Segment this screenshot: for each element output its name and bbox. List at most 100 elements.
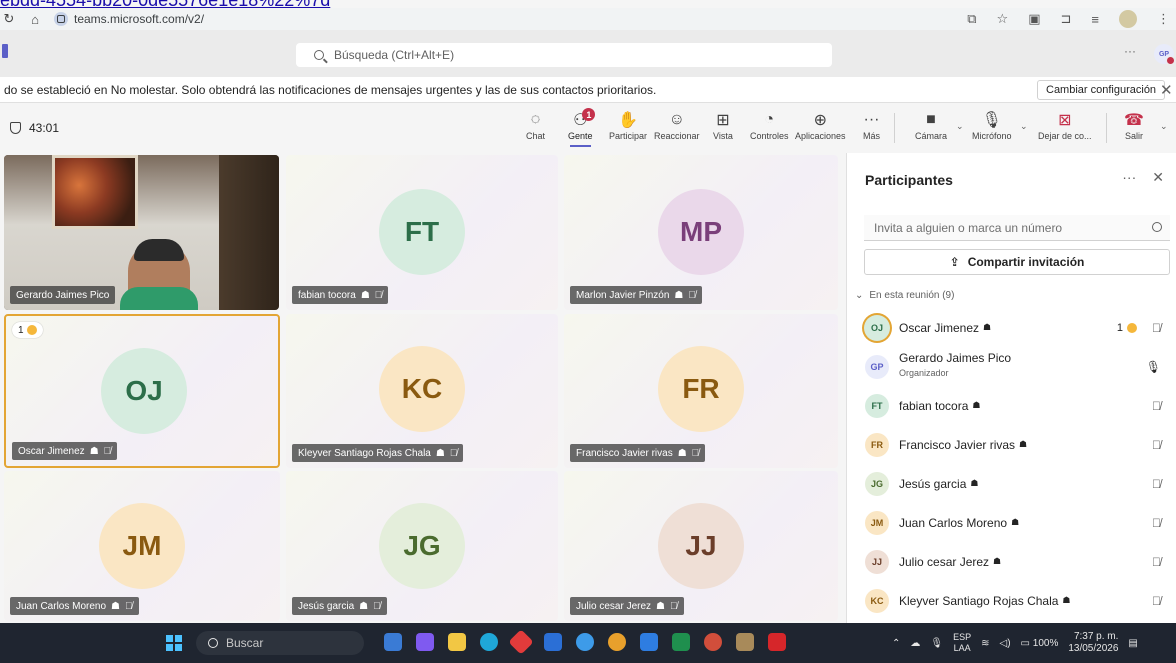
top-link[interactable]: ebdd-4554-bb20-0de5576e1e18%22%7d: [0, 0, 520, 8]
participant-tile[interactable]: JJ Julio cesar Jerez ☗ 🎙̸: [564, 471, 838, 621]
raised-hand-indicator: 1: [1117, 322, 1137, 334]
tile-name-tag: Jesús garcia ☗ 🎙̸: [292, 597, 387, 615]
raise-hand-button[interactable]: ✋ Participar: [609, 109, 647, 141]
windows-start-icon[interactable]: [166, 635, 182, 651]
video-tile-gerardo[interactable]: Gerardo Jaimes Pico: [4, 155, 279, 310]
user-avatar[interactable]: GP: [1154, 44, 1175, 65]
stop-sharing-button[interactable]: ⊠ Dejar de co...: [1038, 109, 1092, 141]
change-settings-button[interactable]: Cambiar configuración: [1037, 80, 1166, 100]
site-info-icon[interactable]: [54, 12, 68, 26]
bookmark-star-icon[interactable]: ☆: [997, 11, 1009, 27]
more-button[interactable]: ··· Más: [863, 109, 880, 141]
participant-row[interactable]: JG Jesús garcia ☗ 🎙̸: [847, 464, 1176, 503]
search-input[interactable]: Búsqueda (Ctrl+Alt+E): [296, 43, 832, 67]
panel-more-icon[interactable]: ···: [1122, 169, 1136, 186]
participant-tile[interactable]: 1 OJ Oscar Jimenez ☗ 🎙̸: [4, 314, 280, 468]
app-icon[interactable]: [736, 633, 754, 651]
participant-row[interactable]: FR Francisco Javier rivas ☗ 🎙̸: [847, 425, 1176, 464]
app-icon[interactable]: [576, 633, 594, 651]
notification-center-icon[interactable]: ▤: [1128, 638, 1137, 649]
participant-tile[interactable]: MP Marlon Javier Pinzón ☗ 🎙̸: [564, 155, 838, 310]
app-icon[interactable]: [640, 633, 658, 651]
home-icon[interactable]: ⌂: [28, 12, 42, 27]
close-icon[interactable]: ✕: [1160, 81, 1173, 99]
app-icon[interactable]: [672, 633, 690, 651]
participant-row[interactable]: GP Gerardo Jaimes Pico Organizador 🎙: [847, 347, 1176, 386]
cloud-icon[interactable]: ☁: [910, 638, 920, 649]
mic-off-icon: 🎙̸: [1152, 515, 1161, 530]
guest-icon: ☗: [1019, 439, 1028, 449]
leave-options-chevron-icon[interactable]: ⌄: [1160, 121, 1168, 132]
controls-button[interactable]: ◔ Controles: [750, 109, 789, 141]
puzzle-icon[interactable]: ⊐: [1061, 11, 1072, 27]
participant-tile[interactable]: JM Juan Carlos Moreno ☗ 🎙̸: [4, 471, 280, 621]
participant-row[interactable]: FT fabian tocora ☗ 🎙̸: [847, 386, 1176, 425]
extension-icon[interactable]: ▣: [1028, 11, 1040, 27]
participant-tile[interactable]: FR Francisco Javier rivas ☗ 🎙̸: [564, 314, 838, 468]
tile-name-tag: Julio cesar Jerez ☗ 🎙̸: [570, 597, 684, 615]
participant-tile[interactable]: JG Jesús garcia ☗ 🎙̸: [286, 471, 558, 621]
clock[interactable]: 7:37 p. m. 13/05/2026: [1068, 631, 1118, 655]
mic-tray-icon[interactable]: 🎙: [930, 638, 943, 649]
install-app-icon[interactable]: ⧉: [967, 11, 976, 27]
camera-button[interactable]: ■ Cámara: [915, 109, 947, 141]
chevron-up-icon[interactable]: ⌃: [892, 638, 900, 649]
participant-row[interactable]: JJ Julio cesar Jerez ☗ 🎙̸: [847, 542, 1176, 581]
battery-icon: ▭: [1020, 637, 1030, 649]
microphone-icon: 🎙: [981, 112, 1002, 129]
mic-on-icon: 🎙: [1145, 359, 1161, 374]
chat-button[interactable]: ◌ Chat: [526, 109, 545, 141]
participant-tile[interactable]: KC Kleyver Santiago Rojas Chala ☗ 🎙̸: [286, 314, 558, 468]
chrome-icon[interactable]: [608, 633, 626, 651]
invite-search-input[interactable]: Invita a alguien o marca un número: [864, 215, 1170, 241]
leave-button[interactable]: ☎ Salir: [1124, 109, 1144, 141]
copilot-icon[interactable]: [416, 633, 434, 651]
reload-icon[interactable]: ↻: [2, 11, 16, 27]
app-icon[interactable]: [508, 629, 534, 655]
view-button[interactable]: ⊞ Vista: [713, 109, 733, 141]
participant-role: Organizador: [899, 368, 949, 378]
smiley-icon: ☺: [668, 111, 685, 128]
add-app-icon: ⊕: [813, 112, 827, 129]
participant-name: Francisco Javier rivas: [899, 437, 1016, 452]
participant-row[interactable]: JM Juan Carlos Moreno ☗ 🎙̸: [847, 503, 1176, 542]
in-meeting-section-toggle[interactable]: ⌄ En esta reunión (9): [855, 290, 954, 301]
browser-menu-icon[interactable]: ⋮: [1157, 11, 1170, 27]
mic-off-icon: 🎙̸: [374, 289, 383, 301]
wifi-icon[interactable]: ≋: [981, 638, 989, 649]
search-icon: [1152, 222, 1162, 232]
address-bar[interactable]: teams.microsoft.com/v2/: [54, 10, 204, 28]
guest-icon: ☗: [970, 478, 979, 488]
mic-button[interactable]: 🎙 Micrófono: [972, 109, 1012, 141]
app-icon[interactable]: [704, 633, 722, 651]
battery-indicator[interactable]: ▭ 100%: [1021, 638, 1059, 649]
guest-icon: ☗: [89, 445, 99, 457]
participant-row[interactable]: KC Kleyver Santiago Rojas Chala ☗ 🎙̸: [847, 581, 1176, 620]
mic-options-chevron-icon[interactable]: ⌄: [1020, 121, 1028, 132]
grid-view-icon: ⊞: [716, 112, 730, 129]
taskbar-search[interactable]: Buscar: [196, 631, 364, 655]
participant-row[interactable]: OJ Oscar Jimenez ☗ 1 🎙̸: [847, 308, 1176, 347]
settings-more-icon[interactable]: ···: [1124, 44, 1136, 58]
participant-name: Julio cesar Jerez: [899, 554, 990, 569]
language-indicator[interactable]: ESP LAA: [953, 632, 971, 654]
hang-up-icon: ☎: [1124, 112, 1144, 129]
windows-taskbar: Buscar ⌃ ☁ 🎙 ESP LAA ≋ ◁) ▭ 100% 7:37 p. …: [0, 623, 1176, 663]
panel-close-icon[interactable]: ✕: [1152, 169, 1164, 186]
react-button[interactable]: ☺ Reaccionar: [654, 109, 700, 141]
panel-title: Participantes: [865, 172, 953, 188]
guest-icon: ☗: [1011, 517, 1020, 527]
pdf-reader-icon[interactable]: [768, 633, 786, 651]
volume-icon[interactable]: ◁): [1000, 638, 1011, 649]
camera-options-chevron-icon[interactable]: ⌄: [956, 121, 964, 132]
app-store-icon[interactable]: [384, 633, 402, 651]
file-explorer-icon[interactable]: [448, 633, 466, 651]
participant-tile[interactable]: FT fabian tocora ☗ 🎙̸: [286, 155, 558, 310]
share-invite-button[interactable]: ⇪ Compartir invitación: [864, 249, 1170, 275]
browser-profile-avatar[interactable]: [1119, 10, 1137, 28]
media-icon[interactable]: ≡: [1091, 12, 1099, 27]
edge-icon[interactable]: [480, 633, 498, 651]
calendar-app-icon[interactable]: [544, 633, 562, 651]
people-button[interactable]: ⚇ 1 Gente: [568, 108, 596, 147]
apps-button[interactable]: ⊕ Aplicaciones: [795, 109, 846, 141]
